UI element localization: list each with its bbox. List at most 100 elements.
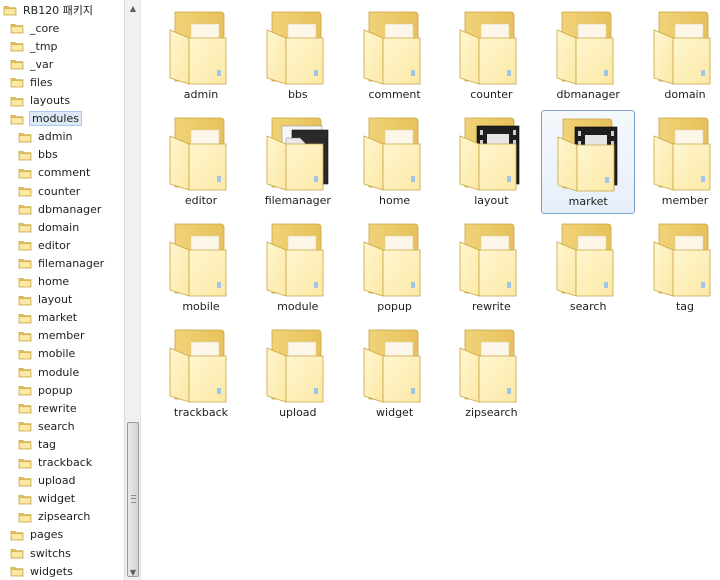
tree-item-comment[interactable]: comment	[18, 164, 90, 182]
tree-root[interactable]: RB120 패키지	[3, 1, 93, 19]
tree-item-label: _core	[30, 21, 60, 35]
tree-item-label: popup	[38, 383, 73, 397]
folder-item-market[interactable]: market	[541, 110, 636, 214]
folder-icon	[10, 549, 24, 559]
folder-item-module[interactable]: module	[251, 216, 345, 320]
tree-item-upload[interactable]: upload	[18, 472, 75, 490]
folder-icon	[363, 117, 420, 191]
folder-item-dbmanager[interactable]: dbmanager	[541, 4, 635, 108]
folder-icon	[459, 11, 517, 85]
tree-item-var[interactable]: _var	[10, 55, 53, 73]
folder-icon	[18, 205, 32, 215]
folder-item-filemanager[interactable]: filemanager	[251, 110, 345, 214]
folder-icon	[653, 11, 711, 85]
tree-item-label: widget	[38, 492, 76, 506]
tree-scrollbar[interactable]: ▲ ▼	[124, 0, 141, 580]
tree-item-domain[interactable]: domain	[18, 218, 79, 236]
folder-contents-pane: admin bbs comment counter dbmanager domain edi…	[142, 0, 720, 580]
folder-icon	[18, 169, 32, 179]
tree-item-home[interactable]: home	[18, 273, 69, 291]
tree-item-label: domain	[38, 220, 80, 234]
tree-item-core[interactable]: _core	[10, 19, 59, 37]
folder-icon	[10, 42, 24, 52]
folder-item-home[interactable]: home	[348, 110, 442, 214]
tree-item-mobile[interactable]: mobile	[18, 345, 75, 363]
folder-item-upload[interactable]: upload	[251, 322, 345, 426]
folder-icon	[18, 350, 32, 360]
folder-icon	[459, 223, 517, 297]
folder-item-bbs[interactable]: bbs	[251, 4, 345, 108]
tree-item-pages[interactable]: pages	[10, 526, 63, 544]
folder-item-member[interactable]: member	[638, 110, 720, 214]
tree-item-search[interactable]: search	[18, 417, 75, 435]
tree-item-switchs[interactable]: switchs	[10, 544, 71, 562]
tree-item-label: _var	[30, 57, 54, 71]
folder-icon	[18, 422, 32, 432]
tree-item-popup[interactable]: popup	[18, 381, 73, 399]
tree-item-member[interactable]: member	[18, 327, 84, 345]
tree-item-tag[interactable]: tag	[18, 435, 56, 453]
folder-label: search	[569, 300, 607, 313]
folder-item-admin[interactable]: admin	[154, 4, 248, 108]
tree-item-dbmanager[interactable]: dbmanager	[18, 200, 101, 218]
tree-item-zipsearch[interactable]: zipsearch	[18, 508, 90, 526]
tree-item-files[interactable]: files	[10, 73, 52, 91]
folder-item-rewrite[interactable]: rewrite	[444, 216, 538, 320]
folder-icon	[18, 458, 32, 468]
tree-item-label: files	[30, 75, 53, 89]
tree-item-layouts[interactable]: layouts	[10, 92, 70, 110]
folder-icon	[18, 404, 32, 414]
tree-item-widget[interactable]: widget	[18, 490, 75, 508]
tree-item-editor[interactable]: editor	[18, 236, 70, 254]
folder-item-mobile[interactable]: mobile	[154, 216, 248, 320]
folder-item-search[interactable]: search	[541, 216, 635, 320]
tree-item-label: rewrite	[38, 401, 77, 415]
tree-item-label: RB120 패키지	[23, 4, 94, 17]
tree-item-label: comment	[38, 166, 91, 180]
folder-item-tag[interactable]: tag	[638, 216, 720, 320]
folder-icon	[10, 531, 24, 541]
tree-item-label: search	[38, 419, 75, 433]
folder-icon	[18, 512, 32, 523]
folder-item-domain[interactable]: domain	[638, 4, 720, 108]
folder-item-zipsearch[interactable]: zipsearch	[444, 322, 538, 426]
folder-label: home	[379, 194, 411, 207]
folder-icon	[169, 11, 227, 85]
folder-icon	[10, 60, 24, 70]
folder-icon	[266, 329, 324, 403]
folder-item-popup[interactable]: popup	[348, 216, 442, 320]
tree-item-layout[interactable]: layout	[18, 291, 72, 309]
folder-label: rewrite	[472, 300, 511, 313]
tree-item-widgets[interactable]: widgets	[10, 562, 73, 580]
tree-item-filemanager[interactable]: filemanager	[18, 254, 104, 272]
tree-item-trackback[interactable]: trackback	[18, 454, 92, 472]
folder-icon	[18, 150, 32, 161]
folder-item-counter[interactable]: counter	[444, 4, 538, 108]
tree-item-label: pages	[30, 528, 64, 542]
scrollbar-thumb[interactable]	[127, 422, 139, 577]
folder-label: widget	[376, 406, 414, 419]
tree-item-label: switchs	[30, 546, 71, 560]
folder-icon	[10, 78, 24, 88]
tree-item-modules[interactable]: modules	[10, 110, 82, 128]
scroll-down-arrow-icon[interactable]: ▼	[127, 565, 139, 579]
tree-item-admin[interactable]: admin	[18, 128, 72, 146]
folder-icon	[653, 223, 711, 297]
tree-item-label: zipsearch	[38, 510, 91, 524]
tree-item-module[interactable]: module	[18, 363, 79, 381]
folder-icon	[3, 6, 17, 16]
folder-item-widget[interactable]: widget	[348, 322, 442, 426]
folder-item-trackback[interactable]: trackback	[154, 322, 248, 426]
tree-item-tmp[interactable]: _tmp	[10, 37, 58, 55]
scroll-up-arrow-icon[interactable]: ▲	[127, 1, 139, 15]
folder-item-layout[interactable]: layout	[444, 110, 538, 214]
folder-item-editor[interactable]: editor	[154, 110, 248, 214]
tree-item-market[interactable]: market	[18, 309, 77, 327]
folder-label: dbmanager	[556, 88, 620, 101]
folder-item-comment[interactable]: comment	[348, 4, 442, 108]
folder-icon	[169, 117, 227, 191]
tree-item-bbs[interactable]: bbs	[18, 146, 58, 164]
tree-item-counter[interactable]: counter	[18, 182, 80, 200]
folder-label: trackback	[173, 406, 229, 419]
tree-item-rewrite[interactable]: rewrite	[18, 399, 77, 417]
